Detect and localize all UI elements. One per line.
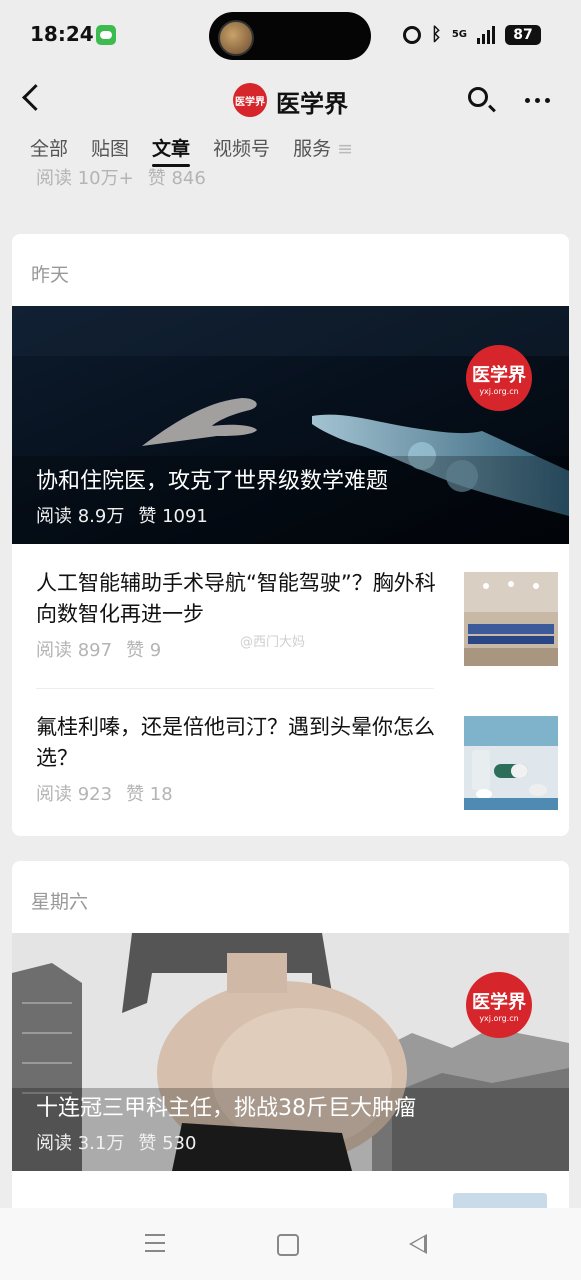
status-indicators: ᛒ 5G 87: [403, 24, 541, 45]
signal-icon: [477, 25, 495, 44]
article-thumbnail: [453, 1193, 547, 1208]
read-count: 阅读 3.1万: [36, 1133, 125, 1154]
alarm-icon: [403, 25, 422, 44]
partial-article-stats: 阅读 10万+ 赞 846: [36, 164, 206, 190]
divider: [36, 688, 434, 689]
tab-channels[interactable]: 视频号: [213, 134, 270, 161]
tab-services[interactable]: 服务 ≡: [293, 134, 353, 161]
article-thumbnail: [464, 572, 558, 666]
article-item[interactable]: 氟桂利嗪，还是倍他司汀？遇到头晕你怎么选？ 阅读 923 赞 18: [36, 712, 558, 810]
tabs-more-icon: ≡: [337, 138, 354, 160]
tab-articles[interactable]: 文章: [152, 134, 191, 167]
like-count: 赞 530: [138, 1133, 197, 1154]
read-count: 阅读 923: [36, 784, 113, 805]
article-title: 人工智能辅助手术导航“智能驾驶”？胸外科向数智化再进一步: [36, 571, 436, 626]
like-count: 赞 1091: [138, 506, 208, 527]
hero-stats: 阅读 3.1万赞 530: [36, 1129, 196, 1155]
article-thumbnail: [464, 716, 558, 810]
back-icon[interactable]: [22, 84, 49, 111]
hero-logo-url: yxj.org.cn: [479, 1013, 519, 1023]
menu-icon[interactable]: [145, 1234, 165, 1258]
account-header: 医学界 医学界: [0, 70, 581, 130]
more-icon[interactable]: [525, 98, 550, 103]
group-date: 星期六: [31, 891, 89, 913]
article-group-card: 昨天 医学界 yxj.org.cn 协和住院医，攻克了世界级数学难题 阅读 8.…: [12, 234, 569, 836]
bluetooth-icon: ᛒ: [431, 24, 442, 45]
article-group-card: 星期六 医学界 yxj.org.cn 十连冠三甲科主任，挑战38斤巨大肿瘤 阅读…: [12, 861, 569, 1208]
like-count: 赞 18: [126, 784, 173, 805]
read-count: 阅读 8.9万: [36, 506, 125, 527]
home-icon[interactable]: [277, 1234, 299, 1256]
read-count: 阅读 10万+: [36, 168, 134, 189]
hero-logo-url: yxj.org.cn: [479, 386, 519, 396]
hero-title: 协和住院医，攻克了世界级数学难题: [36, 469, 389, 494]
wechat-notification-icon: [96, 25, 116, 45]
account-name[interactable]: 医学界: [276, 84, 348, 119]
hero-logo-name: 医学界: [472, 991, 526, 1013]
hero-stats: 阅读 8.9万赞 1091: [36, 502, 208, 528]
tab-posts[interactable]: 贴图: [91, 134, 129, 161]
back-nav-icon[interactable]: [409, 1234, 427, 1254]
hero-logo: 医学界 yxj.org.cn: [466, 345, 532, 411]
media-avatar: [218, 20, 254, 56]
hero-logo: 医学界 yxj.org.cn: [466, 972, 532, 1038]
hero-logo-name: 医学界: [472, 364, 526, 386]
read-count: 阅读 897: [36, 640, 113, 661]
status-time: 18:24: [30, 22, 94, 46]
system-nav-bar: [0, 1208, 581, 1280]
dynamic-island: [209, 12, 371, 60]
watermark: @西门大妈: [240, 635, 306, 650]
search-icon[interactable]: [468, 87, 488, 107]
hero-title: 十连冠三甲科主任，挑战38斤巨大肿瘤: [36, 1096, 416, 1121]
article-title: 氟桂利嗪，还是倍他司汀？遇到头晕你怎么选？: [36, 715, 435, 770]
group-date: 昨天: [31, 264, 70, 286]
hero-article[interactable]: 医学界 yxj.org.cn 十连冠三甲科主任，挑战38斤巨大肿瘤 阅读 3.1…: [12, 933, 569, 1171]
tab-all[interactable]: 全部: [30, 134, 68, 161]
status-bar: 18:24 ᛒ 5G 87: [0, 0, 581, 70]
hero-article[interactable]: 医学界 yxj.org.cn 协和住院医，攻克了世界级数学难题 阅读 8.9万赞…: [12, 306, 569, 544]
like-count: 赞 846: [147, 168, 206, 189]
content-tabs: 全部 贴图 文章 视频号 服务 ≡: [30, 134, 353, 167]
account-logo[interactable]: 医学界: [233, 83, 267, 117]
like-count: 赞 9: [126, 640, 162, 661]
battery-indicator: 87: [505, 24, 541, 45]
tab-services-label: 服务: [293, 138, 332, 160]
network-type: 5G: [451, 29, 467, 40]
